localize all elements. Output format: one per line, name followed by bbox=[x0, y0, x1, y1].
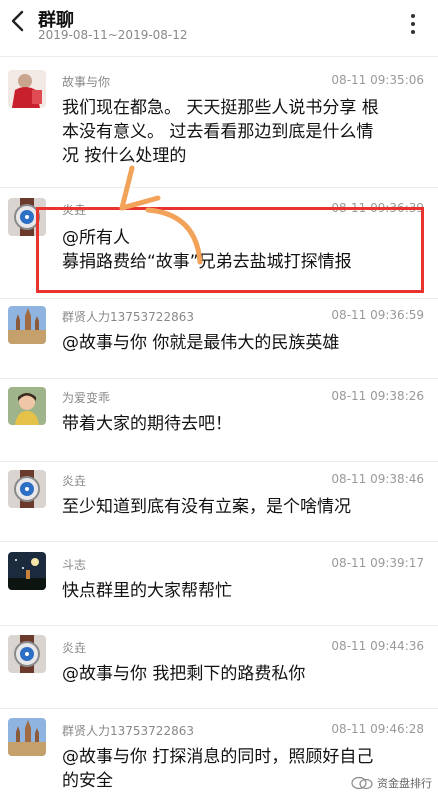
watermark: 资金盘排行 bbox=[351, 775, 432, 791]
message-time: 08-11 09:38:46 bbox=[331, 472, 424, 486]
watermark-text: 资金盘排行 bbox=[377, 777, 432, 790]
sender-name: 炎垚 bbox=[62, 641, 87, 655]
sender-name: 故事与你 bbox=[62, 75, 111, 89]
sender-name: 群贤人力13753722863 bbox=[62, 724, 194, 738]
divider bbox=[0, 541, 438, 542]
divider bbox=[0, 708, 438, 709]
avatar[interactable] bbox=[8, 552, 46, 590]
more-vertical-icon bbox=[411, 14, 415, 18]
avatar[interactable] bbox=[8, 718, 46, 756]
message-text: 快点群里的大家帮帮忙 bbox=[62, 581, 232, 601]
castle-avatar bbox=[8, 306, 46, 344]
message-text: @故事与你 你就是最伟大的民族英雄 bbox=[62, 333, 340, 353]
message-time: 08-11 09:44:36 bbox=[331, 639, 424, 653]
message-text: 至少知道到底有没有立案，是个啥情况 bbox=[62, 497, 351, 517]
message-text: 我们现在都急。 天天挺那些人说书分享 根 本没有意义。 过去看看那边到底是什么情… bbox=[62, 98, 379, 166]
message-text: 带着大家的期待去吧！ bbox=[62, 414, 232, 434]
watch-avatar bbox=[8, 635, 46, 673]
sender-name: 为爱变乖 bbox=[62, 391, 111, 405]
avatar[interactable] bbox=[8, 387, 46, 425]
divider bbox=[0, 461, 438, 462]
more-button[interactable] bbox=[402, 14, 424, 34]
divider bbox=[0, 187, 438, 188]
date-range: 2019-08-11~2019-08-12 bbox=[38, 28, 188, 42]
chevron-left-icon bbox=[11, 10, 24, 32]
castle-avatar bbox=[8, 718, 46, 756]
message-time: 08-11 09:38:26 bbox=[331, 389, 424, 403]
wechat-icon bbox=[351, 776, 373, 790]
red-sweater-avatar bbox=[8, 70, 46, 108]
divider bbox=[0, 56, 438, 57]
divider bbox=[0, 625, 438, 626]
watch-avatar bbox=[8, 470, 46, 508]
message-time: 08-11 09:35:06 bbox=[331, 73, 424, 87]
divider bbox=[0, 378, 438, 379]
sender-name: 群贤人力13753722863 bbox=[62, 310, 194, 324]
sender-name: 炎垚 bbox=[62, 474, 87, 488]
avatar[interactable] bbox=[8, 470, 46, 508]
message-time: 08-11 09:39:17 bbox=[331, 556, 424, 570]
message-text: @故事与你 我把剩下的路费私你 bbox=[62, 664, 306, 684]
message-time: 08-11 09:46:28 bbox=[331, 722, 424, 736]
child-avatar bbox=[8, 387, 46, 425]
chat-header: 群聊 2019-08-11~2019-08-12 bbox=[0, 0, 438, 50]
back-button[interactable] bbox=[8, 8, 28, 34]
avatar[interactable] bbox=[8, 635, 46, 673]
avatar[interactable] bbox=[8, 306, 46, 344]
highlight-box bbox=[36, 207, 424, 293]
avatar[interactable] bbox=[8, 70, 46, 108]
night-sky-avatar bbox=[8, 552, 46, 590]
sender-name: 斗志 bbox=[62, 558, 87, 572]
divider bbox=[0, 298, 438, 299]
message-time: 08-11 09:36:59 bbox=[331, 308, 424, 322]
